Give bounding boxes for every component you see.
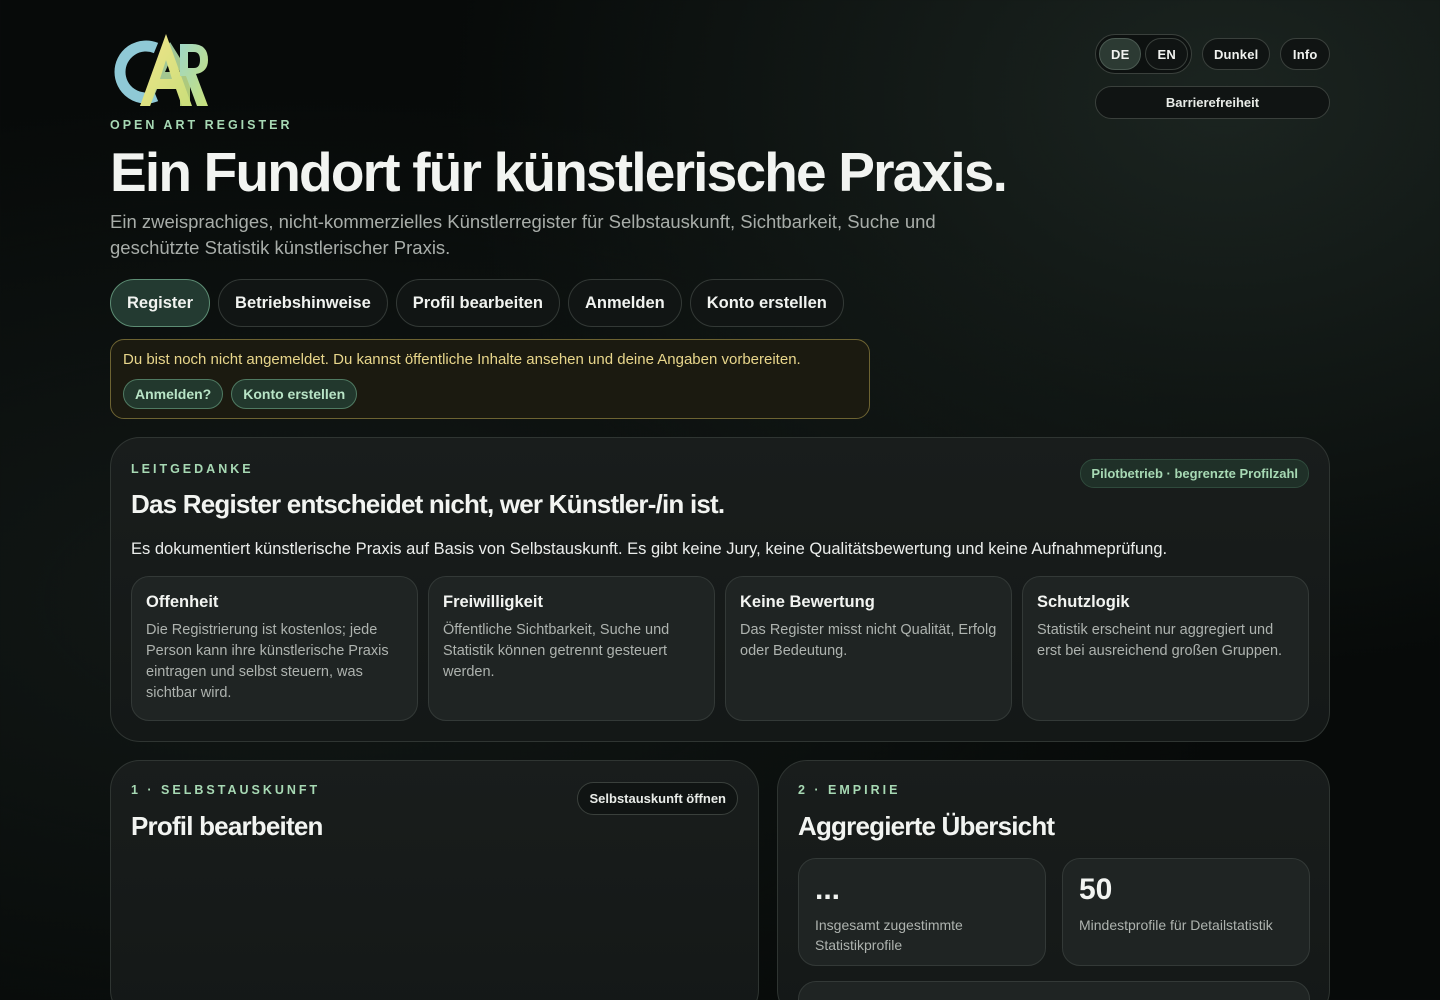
tab-anmelden[interactable]: Anmelden xyxy=(567,279,682,327)
page-title: Ein Fundort für künstlerische Praxis. xyxy=(110,141,1008,203)
principle-title: Freiwilligkeit xyxy=(443,593,543,611)
pilot-badge: Pilotbetrieb · begrenzte Profilzahl xyxy=(1080,459,1309,488)
empirie-kicker: 2 · EMPIRIE xyxy=(798,783,901,797)
stat-label: Mindestprofile für Detailstatistik xyxy=(1079,917,1273,933)
tab-profil-bearbeiten[interactable]: Profil bearbeiten xyxy=(395,279,560,327)
notice-login-button[interactable]: Anmelden? xyxy=(123,379,224,409)
principle-card: Schutzlogik Statistik erscheint nur aggr… xyxy=(1022,576,1309,721)
page-subtitle: Ein zweisprachiges, nicht-kommerzielles … xyxy=(110,211,936,258)
selbstauskunft-panel: 1 · SELBSTAUSKUNFT Profil bearbeiten Sel… xyxy=(110,760,759,1000)
empirie-panel: 2 · EMPIRIE Aggregierte Übersicht ... In… xyxy=(777,760,1330,1000)
main-nav: Register Betriebshinweise Profil bearbei… xyxy=(110,279,844,327)
selbstauskunft-title: Profil bearbeiten xyxy=(131,811,323,841)
stat-label: Insgesamt zugestimmte Statistikprofile xyxy=(815,917,963,953)
principle-body: Die Registrierung ist kostenlos; jede Pe… xyxy=(146,622,389,701)
stat-card xyxy=(798,981,1310,1000)
lang-en-button[interactable]: EN xyxy=(1145,38,1188,70)
tab-betriebshinweise[interactable]: Betriebshinweise xyxy=(218,279,388,327)
oar-logo[interactable] xyxy=(110,34,210,108)
leitgedanke-title: Das Register entscheidet nicht, wer Küns… xyxy=(131,489,725,519)
principle-card: Offenheit Die Registrierung ist kostenlo… xyxy=(131,576,418,721)
info-button[interactable]: Info xyxy=(1280,38,1330,70)
oar-logo-mark xyxy=(114,34,208,106)
language-switch: DE EN xyxy=(1095,34,1192,74)
login-notice: Du bist noch nicht angemeldet. Du kannst… xyxy=(110,339,870,419)
site-eyebrow: OPEN ART REGISTER xyxy=(110,118,293,132)
open-selbstauskunft-button[interactable]: Selbstauskunft öffnen xyxy=(577,782,738,815)
notice-register-button[interactable]: Konto erstellen xyxy=(231,379,358,409)
notice-message: Du bist noch nicht angemeldet. Du kannst… xyxy=(123,351,801,368)
tab-register[interactable]: Register xyxy=(110,279,211,327)
tab-konto-erstellen[interactable]: Konto erstellen xyxy=(689,279,844,327)
principle-title: Schutzlogik xyxy=(1037,593,1130,611)
stat-value: 50 xyxy=(1079,873,1113,906)
stat-card: ... Insgesamt zugestimmte Statistikprofi… xyxy=(798,858,1046,966)
leitgedanke-text: Es dokumentiert künstlerische Praxis auf… xyxy=(131,540,1168,558)
top-controls: DE EN Dunkel Info Barrierefreiheit xyxy=(1095,34,1330,119)
selbstauskunft-kicker: 1 · SELBSTAUSKUNFT xyxy=(131,783,321,797)
stat-value: ... xyxy=(815,873,841,906)
principle-body: Statistik erscheint nur aggregiert und e… xyxy=(1037,622,1283,659)
empirie-title: Aggregierte Übersicht xyxy=(798,811,1055,841)
leitgedanke-kicker: LEITGEDANKE xyxy=(131,462,254,476)
principle-body: Öffentliche Sichtbarkeit, Suche und Stat… xyxy=(443,622,670,680)
principle-title: Keine Bewertung xyxy=(740,593,875,611)
principle-card: Keine Bewertung Das Register misst nicht… xyxy=(725,576,1012,721)
lang-de-button[interactable]: DE xyxy=(1099,38,1142,70)
principle-body: Das Register misst nicht Qualität, Erfol… xyxy=(740,622,997,659)
theme-toggle-button[interactable]: Dunkel xyxy=(1201,38,1271,70)
accessibility-button[interactable]: Barrierefreiheit xyxy=(1095,86,1330,119)
stat-card: 50 Mindestprofile für Detailstatistik xyxy=(1062,858,1310,966)
principle-card: Freiwilligkeit Öffentliche Sichtbarkeit,… xyxy=(428,576,715,721)
principle-title: Offenheit xyxy=(146,593,219,611)
leitgedanke-panel: LEITGEDANKE Pilotbetrieb · begrenzte Pro… xyxy=(110,437,1330,742)
